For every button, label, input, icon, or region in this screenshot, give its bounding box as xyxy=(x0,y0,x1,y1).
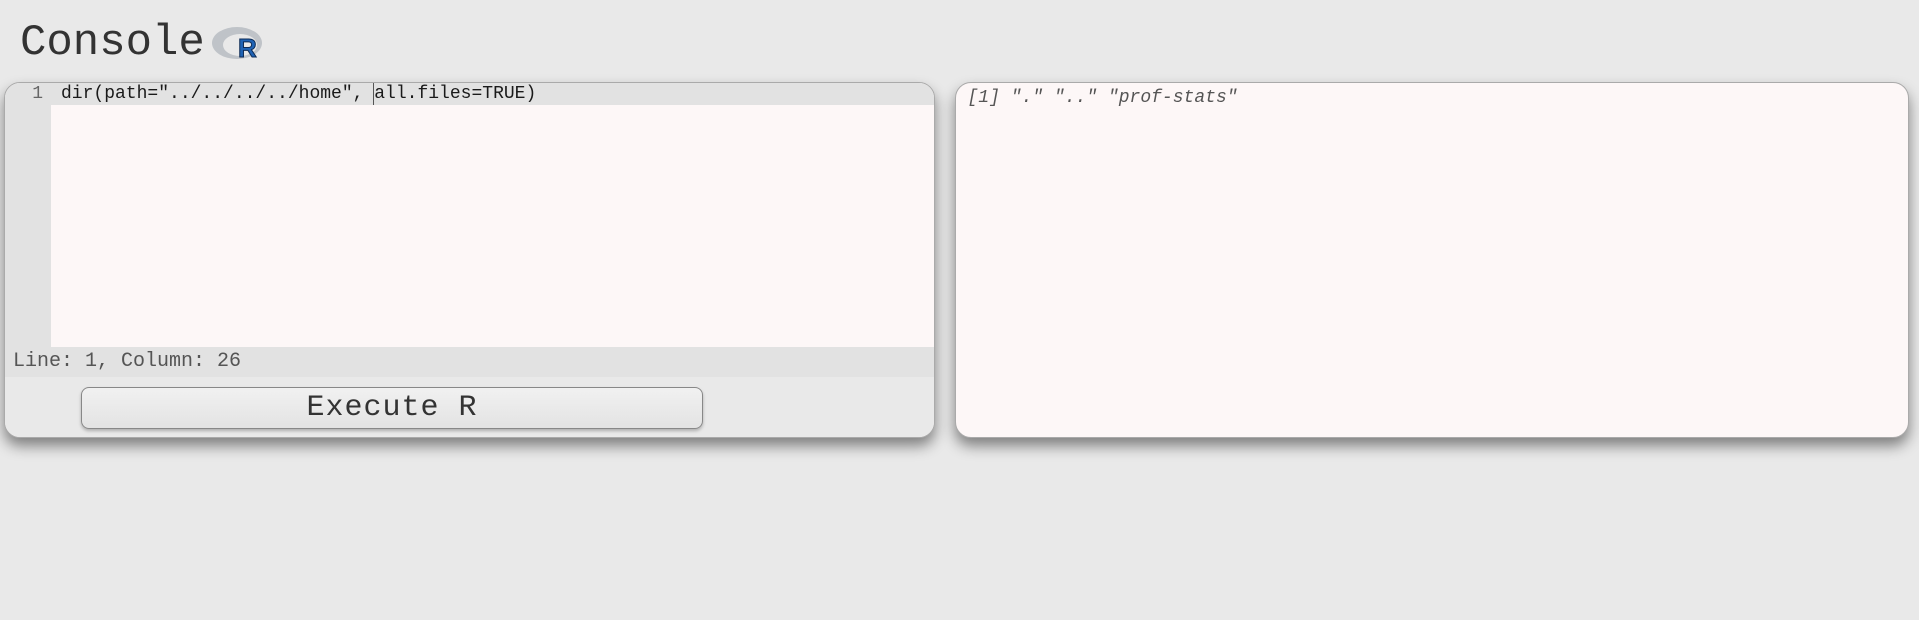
page-title: Console xyxy=(20,18,205,68)
code-editor[interactable]: 1 dir(path="../../../../home", all.files… xyxy=(5,83,934,347)
panels-container: 1 dir(path="../../../../home", all.files… xyxy=(0,82,1919,438)
code-body[interactable] xyxy=(51,105,934,347)
execute-button[interactable]: Execute R xyxy=(81,387,703,429)
r-logo-icon: R xyxy=(211,23,263,63)
text-cursor xyxy=(373,83,374,105)
editor-line: 1 dir(path="../../../../home", all.files… xyxy=(5,83,934,105)
header: Console R xyxy=(0,0,1919,82)
code-line-content[interactable]: dir(path="../../../../home", all.files=T… xyxy=(51,83,934,105)
output-text: [1] "." ".." "prof-stats" xyxy=(968,87,1897,109)
output-panel: [1] "." ".." "prof-stats" xyxy=(955,82,1910,438)
gutter-line-number: 1 xyxy=(5,83,51,105)
editor-panel: 1 dir(path="../../../../home", all.files… xyxy=(4,82,935,438)
editor-body[interactable] xyxy=(5,105,934,347)
gutter-body xyxy=(5,105,51,347)
svg-text:R: R xyxy=(238,33,257,63)
code-text: dir(path="../../../../home", all.files=T… xyxy=(61,84,536,104)
button-row: Execute R xyxy=(5,377,934,437)
status-bar: Line: 1, Column: 26 xyxy=(5,347,934,377)
